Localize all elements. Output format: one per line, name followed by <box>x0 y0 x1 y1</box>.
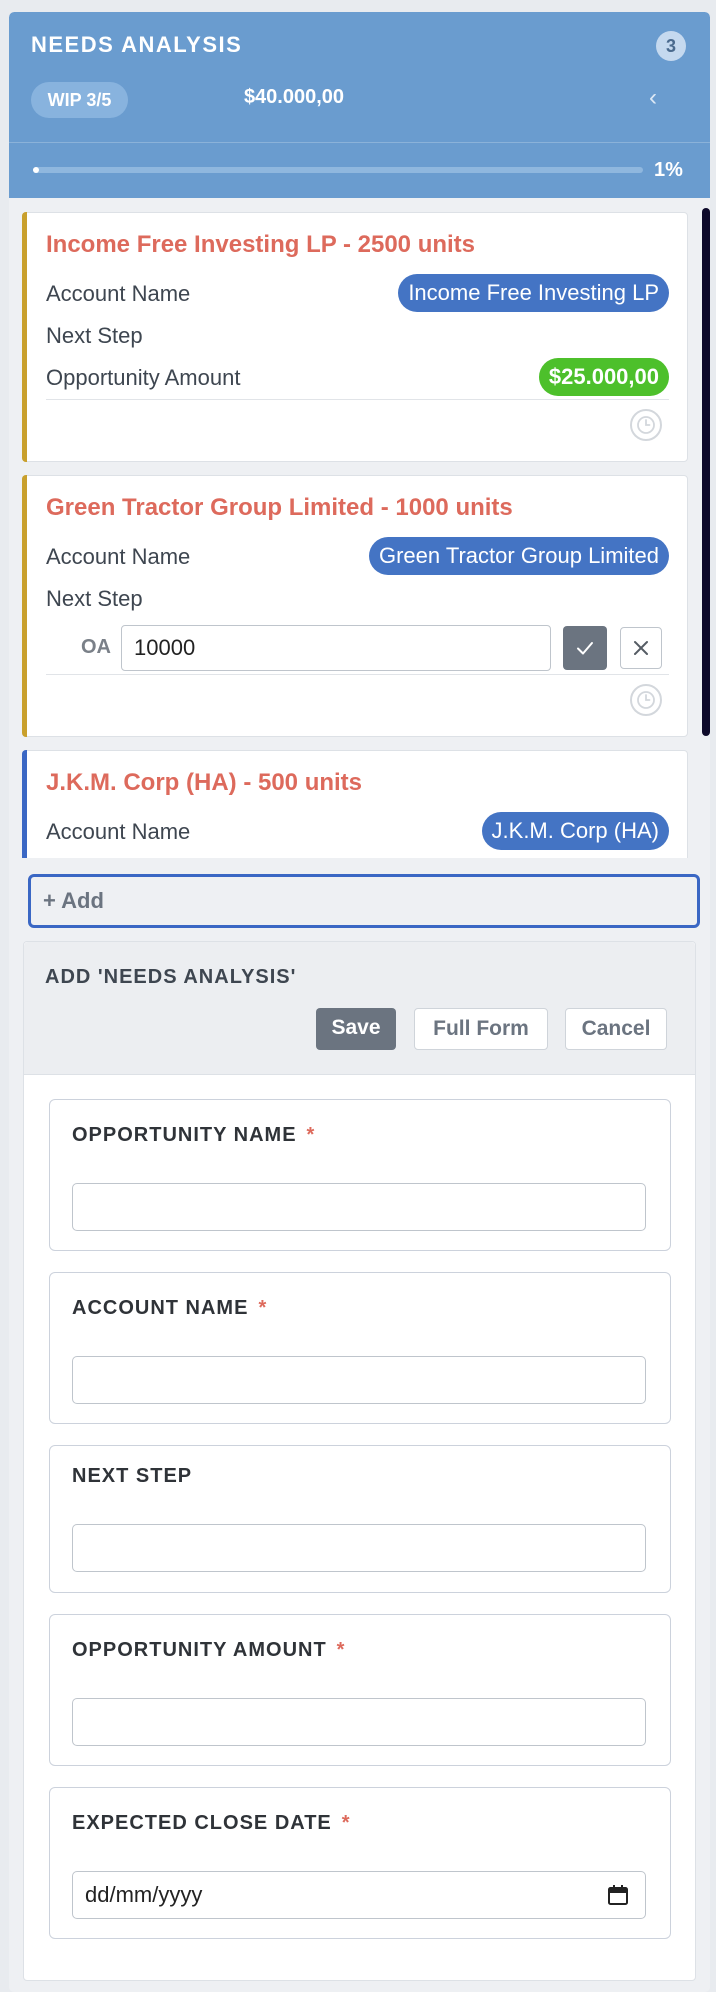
column-count-badge: 3 <box>656 31 686 61</box>
required-marker: * <box>258 1297 268 1319</box>
field-label: NEXT STEP <box>72 1465 192 1488</box>
field-label: ACCOUNT NAME * <box>72 1297 267 1320</box>
card-divider <box>46 674 669 675</box>
date-placeholder: dd/mm/yyyy <box>85 1882 203 1907</box>
opportunity-card[interactable]: Green Tractor Group Limited - 1000 units… <box>22 475 688 737</box>
field-opportunity-name: OPPORTUNITY NAME * <box>49 1099 671 1251</box>
field-opportunity-amount: OPPORTUNITY AMOUNT * <box>49 1614 671 1766</box>
quick-add-form-header: ADD 'NEEDS ANALYSIS' Save Full Form Canc… <box>24 942 695 1075</box>
account-name-input[interactable] <box>72 1356 646 1404</box>
required-marker: * <box>341 1812 351 1834</box>
field-label: EXPECTED CLOSE DATE * <box>72 1812 351 1835</box>
account-name-pill[interactable]: Income Free Investing LP <box>398 274 669 312</box>
opportunity-amount-input[interactable] <box>72 1698 646 1746</box>
field-label-text: EXPECTED CLOSE DATE <box>72 1812 332 1834</box>
clock-icon[interactable] <box>629 408 663 442</box>
account-name-label: Account Name <box>46 544 191 569</box>
field-account-name: ACCOUNT NAME * <box>49 1272 671 1424</box>
check-icon <box>577 642 593 655</box>
field-label-text: OPPORTUNITY AMOUNT <box>72 1639 327 1661</box>
account-name-pill[interactable]: Green Tractor Group Limited <box>368 537 669 575</box>
cancel-edit-button[interactable] <box>620 627 662 669</box>
quick-add-form: ADD 'NEEDS ANALYSIS' Save Full Form Canc… <box>23 941 696 1981</box>
column-header: NEEDS ANALYSIS 3 WIP 3/5 $40.000,00 ‹ 1% <box>9 12 710 198</box>
opportunity-amount-input[interactable] <box>121 625 551 671</box>
save-button[interactable]: Save <box>316 1008 396 1050</box>
inline-edit-label: OA <box>81 636 111 658</box>
field-label-text: ACCOUNT NAME <box>72 1297 249 1319</box>
progress-percent: 1% <box>654 159 683 181</box>
card-title[interactable]: J.K.M. Corp (HA) - 500 units <box>46 769 362 797</box>
account-name-label: Account Name <box>46 819 191 844</box>
progress-bar-fill <box>33 167 40 173</box>
opportunity-amount-pill[interactable]: $25.000,00 <box>538 358 669 396</box>
field-expected-close-date: EXPECTED CLOSE DATE * dd/mm/yyyy <box>49 1787 671 1939</box>
cancel-button[interactable]: Cancel <box>565 1008 667 1050</box>
column-total-amount: $40.000,00 <box>243 86 345 108</box>
clock-icon[interactable] <box>629 683 663 717</box>
kanban-column: NEEDS ANALYSIS 3 WIP 3/5 $40.000,00 ‹ 1%… <box>9 12 710 1992</box>
next-step-label: Next Step <box>46 586 143 611</box>
account-name-label: Account Name <box>46 281 191 306</box>
close-icon <box>634 641 648 655</box>
cards-list: Income Free Investing LP - 2500 units Ac… <box>9 198 710 858</box>
card-title[interactable]: Green Tractor Group Limited - 1000 units <box>46 494 513 522</box>
account-name-pill[interactable]: J.K.M. Corp (HA) <box>481 812 669 850</box>
opportunity-card[interactable]: Income Free Investing LP - 2500 units Ac… <box>22 212 688 462</box>
opportunity-card[interactable]: J.K.M. Corp (HA) - 500 units Account Nam… <box>22 750 688 858</box>
wip-badge: WIP 3/5 <box>31 82 128 118</box>
field-label-text: NEXT STEP <box>72 1465 193 1487</box>
full-form-button[interactable]: Full Form <box>414 1008 548 1050</box>
expected-close-date-input[interactable]: dd/mm/yyyy <box>72 1871 646 1919</box>
confirm-edit-button[interactable] <box>563 626 607 670</box>
progress-bar <box>33 167 643 173</box>
opportunity-amount-label: Opportunity Amount <box>46 365 241 390</box>
required-marker: * <box>336 1639 346 1661</box>
calendar-icon[interactable] <box>607 1884 629 1906</box>
header-divider <box>9 142 710 143</box>
card-divider <box>46 399 669 400</box>
card-title[interactable]: Income Free Investing LP - 2500 units <box>46 231 475 259</box>
field-label: OPPORTUNITY AMOUNT * <box>72 1639 345 1662</box>
field-label: OPPORTUNITY NAME * <box>72 1124 315 1147</box>
opportunity-name-input[interactable] <box>72 1183 646 1231</box>
field-label-text: OPPORTUNITY NAME <box>72 1124 297 1146</box>
quick-add-form-title: ADD 'NEEDS ANALYSIS' <box>45 966 297 988</box>
next-step-label: Next Step <box>46 323 143 348</box>
cards-scrollbar[interactable] <box>702 208 710 736</box>
required-marker: * <box>306 1124 316 1146</box>
column-title: NEEDS ANALYSIS <box>31 32 243 57</box>
field-next-step: NEXT STEP <box>49 1445 671 1593</box>
next-step-input[interactable] <box>72 1524 646 1572</box>
add-card-button[interactable]: + Add <box>28 874 700 928</box>
chevron-left-icon[interactable]: ‹ <box>649 84 657 112</box>
